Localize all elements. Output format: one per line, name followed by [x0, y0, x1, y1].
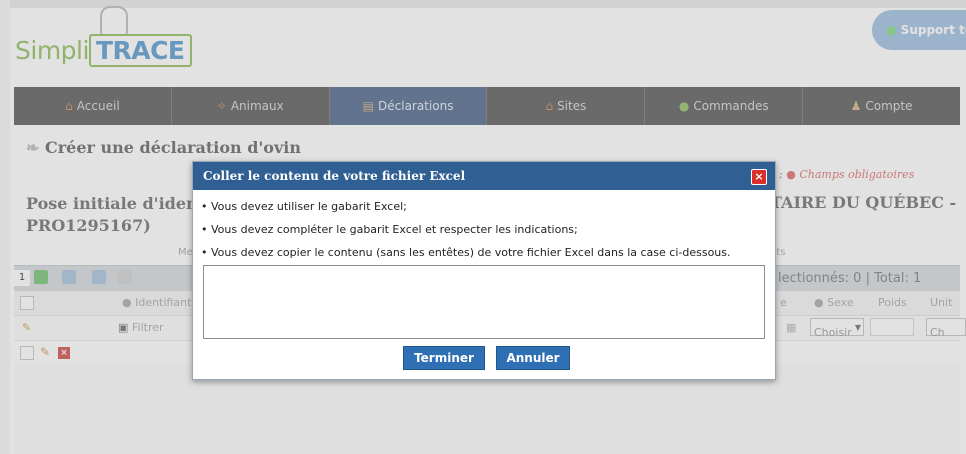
cancel-button[interactable]: Annuler: [496, 346, 570, 370]
paste-textarea[interactable]: [203, 265, 765, 339]
instruction-2: • Vous devez compléter le gabarit Excel …: [201, 223, 578, 236]
close-icon[interactable]: ×: [751, 169, 767, 185]
dialog-title: Coller le contenu de votre fichier Excel: [193, 162, 775, 190]
instruction-3: • Vous devez copier le contenu (sans les…: [201, 246, 731, 259]
paste-excel-dialog: Coller le contenu de votre fichier Excel…: [192, 161, 776, 380]
finish-button[interactable]: Terminer: [403, 346, 485, 370]
instruction-1: • Vous devez utiliser le gabarit Excel;: [201, 200, 407, 213]
